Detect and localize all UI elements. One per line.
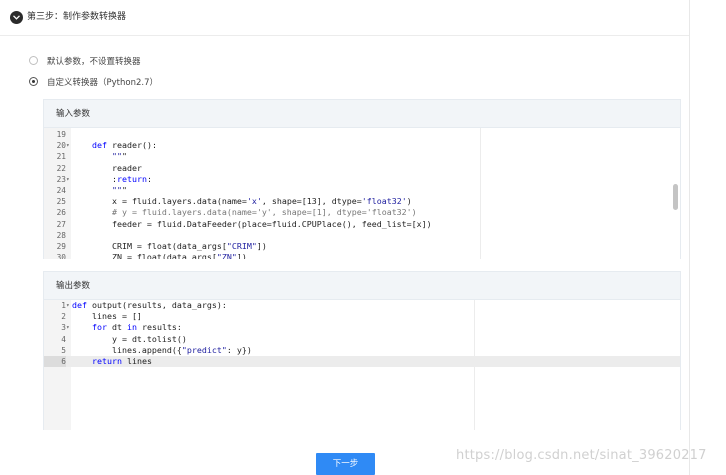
code-line[interactable]: 24 """ <box>44 185 680 196</box>
code-line[interactable]: 28 <box>44 230 680 241</box>
code-text[interactable]: x = fluid.layers.data(name='x', shape=[1… <box>72 196 412 207</box>
line-number: 24 <box>56 185 66 195</box>
fold-arrow-icon[interactable]: ▾ <box>66 322 71 333</box>
code-line[interactable]: 6 return lines <box>44 355 680 368</box>
code-line[interactable]: 30 ZN = float(data_args["ZN"]) <box>44 252 680 259</box>
line-number: 3 <box>61 323 66 333</box>
code-line[interactable]: 5 lines.append({"predict": y}) <box>44 345 680 356</box>
output-params-panel: 输出参数 1 ▾ def output(results, data_args): 2 … <box>43 271 681 430</box>
radio-label: 默认参数，不设置转换器 <box>47 56 141 67</box>
step-title: 第三步：制作参数转换器 <box>27 12 127 22</box>
radio-button-selected[interactable] <box>29 77 38 86</box>
code-line[interactable]: 22 reader <box>44 163 680 174</box>
code-text[interactable]: def output(results, data_args): <box>72 300 227 311</box>
panel-title: 输出参数 <box>44 272 680 300</box>
line-number: 28 <box>56 230 66 240</box>
code-line[interactable]: 1 ▾ def output(results, data_args): <box>44 300 680 311</box>
code-text[interactable]: feeder = fluid.DataFeeder(place=fluid.CP… <box>72 219 432 230</box>
radio-custom-converter[interactable]: 自定义转换器（Python2.7） <box>29 75 158 88</box>
code-line[interactable]: 26 # y = fluid.layers.data(name='y', sha… <box>44 207 680 218</box>
code-line[interactable]: 25 x = fluid.layers.data(name='x', shape… <box>44 196 680 207</box>
radio-label: 自定义转换器（Python2.7） <box>47 77 158 88</box>
line-number: 25 <box>56 197 66 207</box>
code-line[interactable]: 19 <box>44 129 680 140</box>
code-line[interactable]: 29 CRIM = float(data_args["CRIM"]) <box>44 241 680 252</box>
fold-arrow-icon[interactable]: ▾ <box>66 300 71 311</box>
code-text[interactable]: """ <box>72 151 127 162</box>
code-lines[interactable]: 1 ▾ def output(results, data_args): 2 lines… <box>44 300 680 368</box>
code-line[interactable]: 3 ▾ for dt in results: <box>44 322 680 333</box>
code-line[interactable]: 20 ▾ def reader(): <box>44 140 680 151</box>
line-number: 30 <box>56 253 66 259</box>
fold-arrow-icon[interactable]: ▾ <box>66 174 71 185</box>
code-text[interactable]: def reader(): <box>72 140 157 151</box>
next-step-button[interactable]: 下一步 <box>316 453 375 475</box>
code-text[interactable]: :return: <box>72 174 152 185</box>
radio-button[interactable] <box>29 56 38 65</box>
code-text[interactable]: y = dt.tolist() <box>72 334 187 345</box>
line-number: 29 <box>56 241 66 251</box>
line-number: 26 <box>56 208 66 218</box>
input-code-editor[interactable]: 19 20 ▾ def reader(): 21 """ 22 reader 23 ▾ :r… <box>44 128 680 259</box>
code-text[interactable]: """ <box>72 185 127 196</box>
watermark: https://blog.csdn.net/sinat_39620217 <box>456 448 707 463</box>
code-line[interactable]: 27 feeder = fluid.DataFeeder(place=fluid… <box>44 219 680 230</box>
code-text[interactable]: return lines <box>72 356 152 367</box>
code-line[interactable]: 21 """ <box>44 151 680 162</box>
radio-default-params[interactable]: 默认参数，不设置转换器 <box>29 54 141 67</box>
line-number: 21 <box>56 152 66 162</box>
code-text[interactable]: CRIM = float(data_args["CRIM"]) <box>72 241 267 252</box>
input-params-panel: 输入参数 19 20 ▾ def reader(): 21 """ 22 reader 2… <box>43 99 681 259</box>
line-number: 2 <box>61 312 66 322</box>
line-number: 19 <box>56 130 66 139</box>
output-code-editor[interactable]: 1 ▾ def output(results, data_args): 2 lines… <box>44 300 680 430</box>
chevron-down-icon[interactable] <box>10 11 23 24</box>
line-number: 1 <box>61 301 66 310</box>
code-text[interactable]: reader <box>72 163 142 174</box>
fold-arrow-icon[interactable]: ▾ <box>66 140 71 151</box>
code-line[interactable]: 2 lines = [] <box>44 311 680 322</box>
code-line[interactable]: 23 ▾ :return: <box>44 174 680 185</box>
code-text[interactable]: for dt in results: <box>72 322 182 333</box>
line-number: 23 <box>56 174 66 184</box>
code-line[interactable]: 4 y = dt.tolist() <box>44 334 680 345</box>
line-number: 5 <box>61 345 66 355</box>
code-text[interactable]: # y = fluid.layers.data(name='y', shape=… <box>72 207 417 218</box>
line-number: 4 <box>61 334 66 344</box>
page-right-border <box>689 0 690 475</box>
line-number: 22 <box>56 163 66 173</box>
panel-title: 输入参数 <box>44 100 680 128</box>
code-lines[interactable]: 19 20 ▾ def reader(): 21 """ 22 reader 23 ▾ :r… <box>44 129 680 259</box>
step-header[interactable]: 第三步：制作参数转换器 <box>0 0 689 36</box>
code-text[interactable]: lines.append({"predict": y}) <box>72 345 252 356</box>
line-number: 6 <box>44 355 66 368</box>
editor-scrollbar[interactable] <box>673 184 678 210</box>
code-text[interactable]: lines = [] <box>72 311 142 322</box>
line-number: 27 <box>56 219 66 229</box>
line-number: 20 <box>56 141 66 151</box>
code-text[interactable]: ZN = float(data_args["ZN"]) <box>72 252 247 259</box>
